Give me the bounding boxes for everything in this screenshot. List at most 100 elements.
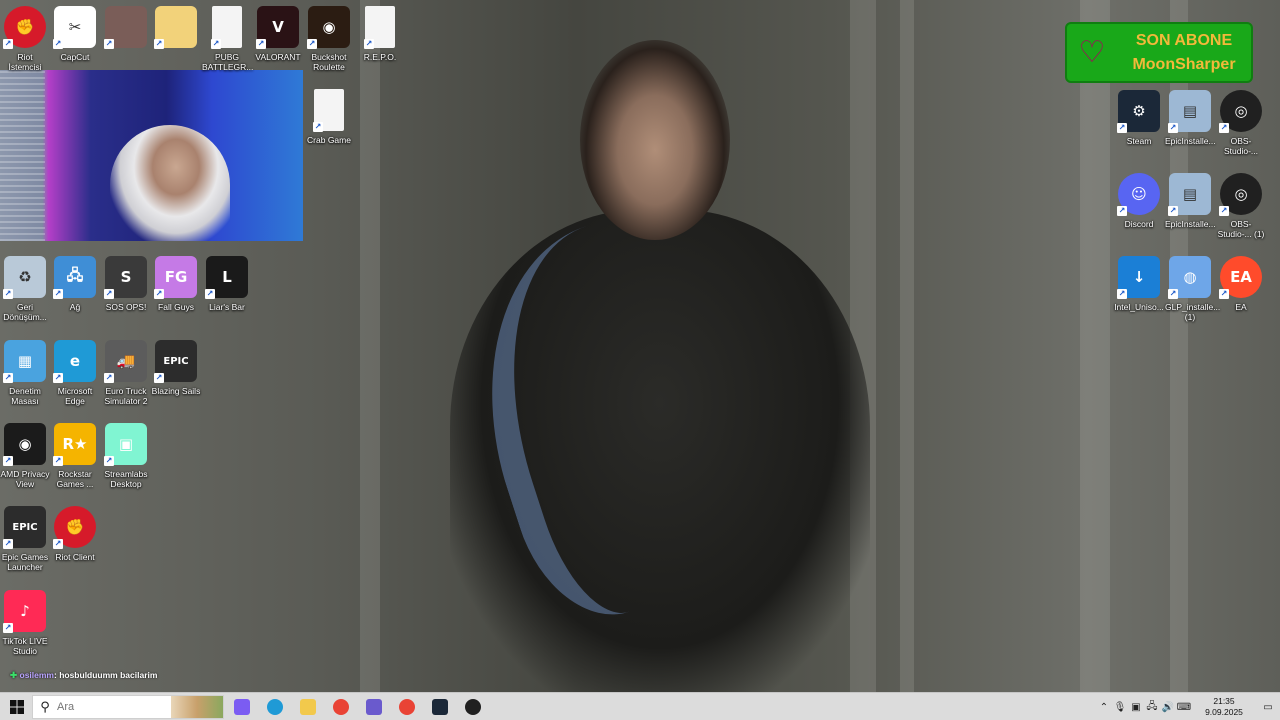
shortcut-arrow-icon: ↗ bbox=[1168, 289, 1178, 299]
shortcut-arrow-icon: ↗ bbox=[53, 456, 63, 466]
desktop-icon-pubg[interactable]: ↗ PUBG BATTLEGR... bbox=[202, 6, 254, 72]
shortcut-arrow-icon: ↗ bbox=[154, 39, 164, 49]
shortcut-arrow-icon: ↗ bbox=[256, 39, 266, 49]
microphone-icon[interactable]: 🎙 bbox=[1112, 693, 1128, 720]
desktop-icon-glp-installer[interactable]: ◍ ↗ GLP_installe... (1) bbox=[1165, 256, 1220, 322]
desktop-icon-epic-launcher[interactable]: EPIC ↗ Epic Games Launcher bbox=[0, 506, 50, 572]
taskbar-app-chrome[interactable] bbox=[390, 693, 423, 720]
steam-icon: ⚙ ↗ bbox=[1117, 90, 1160, 133]
desktop-icon-epic-installer-2[interactable]: ▤ ↗ EpicInstalle... bbox=[1165, 173, 1216, 229]
desktop-icon-label: Euro Truck Simulator 2 bbox=[104, 386, 148, 406]
desktop-icon-sos-ops[interactable]: S ↗ SOS OPS! bbox=[101, 256, 151, 312]
taskbar-app-obs[interactable] bbox=[456, 693, 489, 720]
riot-fist-icon: ✊ ↗ bbox=[53, 506, 96, 549]
desktop-icon-riot-istemcisi[interactable]: ✊ ↗ Riot İstemcisi bbox=[0, 6, 50, 72]
desktop-icon-steam[interactable]: ⚙ ↗ Steam bbox=[1114, 90, 1164, 146]
shortcut-arrow-icon: ↗ bbox=[53, 289, 63, 299]
desktop-icon-valorant[interactable]: V ↗ VALORANT bbox=[253, 6, 303, 62]
clock-date: 9.09.2025 bbox=[1205, 707, 1243, 717]
volume-icon[interactable]: 🔊 bbox=[1160, 693, 1176, 720]
keyboard-icon[interactable]: ⌨ bbox=[1176, 693, 1192, 720]
desktop-icon-user-folder[interactable]: ↗ bbox=[101, 6, 151, 52]
streamlabs-icon bbox=[365, 699, 382, 715]
desktop-icon-capcut[interactable]: ✂ ↗ CapCut bbox=[50, 6, 100, 62]
search-highlight-image bbox=[171, 696, 223, 718]
chat-username: osilemm bbox=[19, 670, 55, 680]
network-icon[interactable]: 🖧 bbox=[1144, 693, 1160, 720]
recycle-bin-icon: ♻ ↗ bbox=[3, 256, 46, 299]
obs-icon: ◎ ↗ bbox=[1219, 173, 1262, 216]
webcam-overlay bbox=[0, 70, 303, 241]
tree-trunk bbox=[360, 0, 380, 692]
taskbar-app-steam[interactable] bbox=[423, 693, 456, 720]
tree-trunk bbox=[900, 0, 914, 692]
chevron-up-icon[interactable]: ⌃ bbox=[1096, 693, 1112, 720]
desktop-icon-label: Discord bbox=[1124, 219, 1154, 229]
shortcut-arrow-icon: ↗ bbox=[205, 289, 215, 299]
desktop-icon-denetim[interactable]: ▦ ↗ Denetim Masası bbox=[0, 340, 50, 406]
shortcut-arrow-icon: ↗ bbox=[53, 39, 63, 49]
shortcut-arrow-icon: ↗ bbox=[53, 373, 63, 383]
desktop-icon-blazing-sails[interactable]: EPIC ↗ Blazing Sails bbox=[151, 340, 201, 396]
desktop-icon-epic-installer-1[interactable]: ▤ ↗ EpicInstalle... bbox=[1165, 90, 1216, 146]
obs-icon bbox=[464, 699, 481, 715]
valorant-icon: V ↗ bbox=[256, 6, 299, 49]
desktop-icon-crab-game[interactable]: ↗ Crab Game bbox=[304, 89, 354, 145]
taskbar-search[interactable]: ⚲ bbox=[32, 695, 224, 719]
taskbar-app-chrome[interactable] bbox=[324, 693, 357, 720]
chat-badge-icon: ✚ bbox=[10, 670, 18, 680]
taskbar-app-copilot[interactable] bbox=[225, 693, 258, 720]
desktop-icon-ets2[interactable]: 🚚 ↗ Euro Truck Simulator 2 bbox=[101, 340, 151, 406]
shortcut-arrow-icon: ↗ bbox=[1117, 289, 1127, 299]
chrome-icon bbox=[398, 699, 415, 715]
desktop-icon-obs-2[interactable]: ◎ ↗ OBS-Studio-... (1) bbox=[1216, 173, 1266, 239]
desktop-icon-discord[interactable]: ☺ ↗ Discord bbox=[1114, 173, 1164, 229]
desktop-icon-intel-unison[interactable]: ↓ ↗ Intel_Uniso... bbox=[1114, 256, 1164, 312]
desktop-icon-label: Riot Client bbox=[55, 552, 95, 562]
windows-logo-icon bbox=[9, 700, 24, 714]
capcut-icon: ✂ ↗ bbox=[53, 6, 96, 49]
desktop-icon-folder[interactable]: ↗ bbox=[151, 6, 201, 52]
desktop-icon-riot-client[interactable]: ✊ ↗ Riot Client bbox=[50, 506, 100, 562]
taskbar-app-file-explorer[interactable] bbox=[291, 693, 324, 720]
taskbar-app-streamlabs[interactable] bbox=[357, 693, 390, 720]
shortcut-arrow-icon: ↗ bbox=[1117, 206, 1127, 216]
desktop-icon-repo[interactable]: ↗ R.E.P.O. bbox=[355, 6, 405, 62]
notification-icon[interactable]: ▭ bbox=[1256, 693, 1280, 720]
desktop-icon-label: Geri Dönüşüm... bbox=[3, 302, 47, 322]
clock[interactable]: 21:35 9.09.2025 bbox=[1192, 696, 1256, 718]
webcam-blinds bbox=[0, 70, 45, 241]
desktop-icon-buckshot[interactable]: ◉ ↗ Buckshot Roulette bbox=[304, 6, 354, 72]
edge-icon bbox=[266, 699, 283, 715]
shortcut-arrow-icon: ↗ bbox=[53, 539, 63, 549]
streamer-webcam-feed bbox=[110, 125, 230, 241]
desktop-icon-label: PUBG BATTLEGR... bbox=[202, 52, 254, 72]
desktop-icon-label: Microsoft Edge bbox=[57, 386, 93, 406]
desktop-icon-edge[interactable]: e ↗ Microsoft Edge bbox=[50, 340, 100, 406]
start-button[interactable] bbox=[0, 693, 33, 720]
taskbar-app-edge[interactable] bbox=[258, 693, 291, 720]
desktop-icon-tiktok-live[interactable]: ♪ ↗ TikTok LIVE Studio bbox=[0, 590, 50, 656]
user-photo-icon: ↗ bbox=[104, 6, 147, 49]
epic-games-icon: EPIC ↗ bbox=[154, 340, 197, 383]
subscriber-name: MoonSharper bbox=[1132, 55, 1236, 73]
desktop-icon-liars-bar[interactable]: L ↗ Liar's Bar bbox=[202, 256, 252, 312]
shortcut-arrow-icon: ↗ bbox=[3, 539, 13, 549]
shortcut-arrow-icon: ↗ bbox=[1219, 123, 1229, 133]
desktop-icon-label: EpicInstalle... bbox=[1165, 219, 1216, 229]
desktop-icon-fall-guys[interactable]: FG ↗ Fall Guys bbox=[151, 256, 201, 312]
shortcut-arrow-icon: ↗ bbox=[154, 373, 164, 383]
search-input[interactable] bbox=[57, 701, 157, 713]
desktop-icon-geri-donusum[interactable]: ♻ ↗ Geri Dönüşüm... bbox=[0, 256, 50, 322]
tiktok-icon: ♪ ↗ bbox=[3, 590, 46, 633]
desktop-icon-rockstar[interactable]: R★ ↗ Rockstar Games ... bbox=[50, 423, 100, 489]
shortcut-arrow-icon: ↗ bbox=[154, 289, 164, 299]
shortcut-arrow-icon: ↗ bbox=[313, 122, 323, 132]
shortcut-arrow-icon: ↗ bbox=[364, 39, 374, 49]
tray-app-icon[interactable]: ▣ bbox=[1128, 693, 1144, 720]
desktop-icon-obs-1[interactable]: ◎ ↗ OBS-Studio-... bbox=[1216, 90, 1266, 156]
desktop-icon-ag[interactable]: 🖧 ↗ Ağ bbox=[50, 256, 100, 312]
desktop-icon-streamlabs[interactable]: ▣ ↗ Streamlabs Desktop bbox=[101, 423, 151, 489]
desktop-icon-amd-privacy[interactable]: ◉ ↗ AMD Privacy View bbox=[0, 423, 50, 489]
desktop-icon-ea[interactable]: EA ↗ EA bbox=[1216, 256, 1266, 312]
